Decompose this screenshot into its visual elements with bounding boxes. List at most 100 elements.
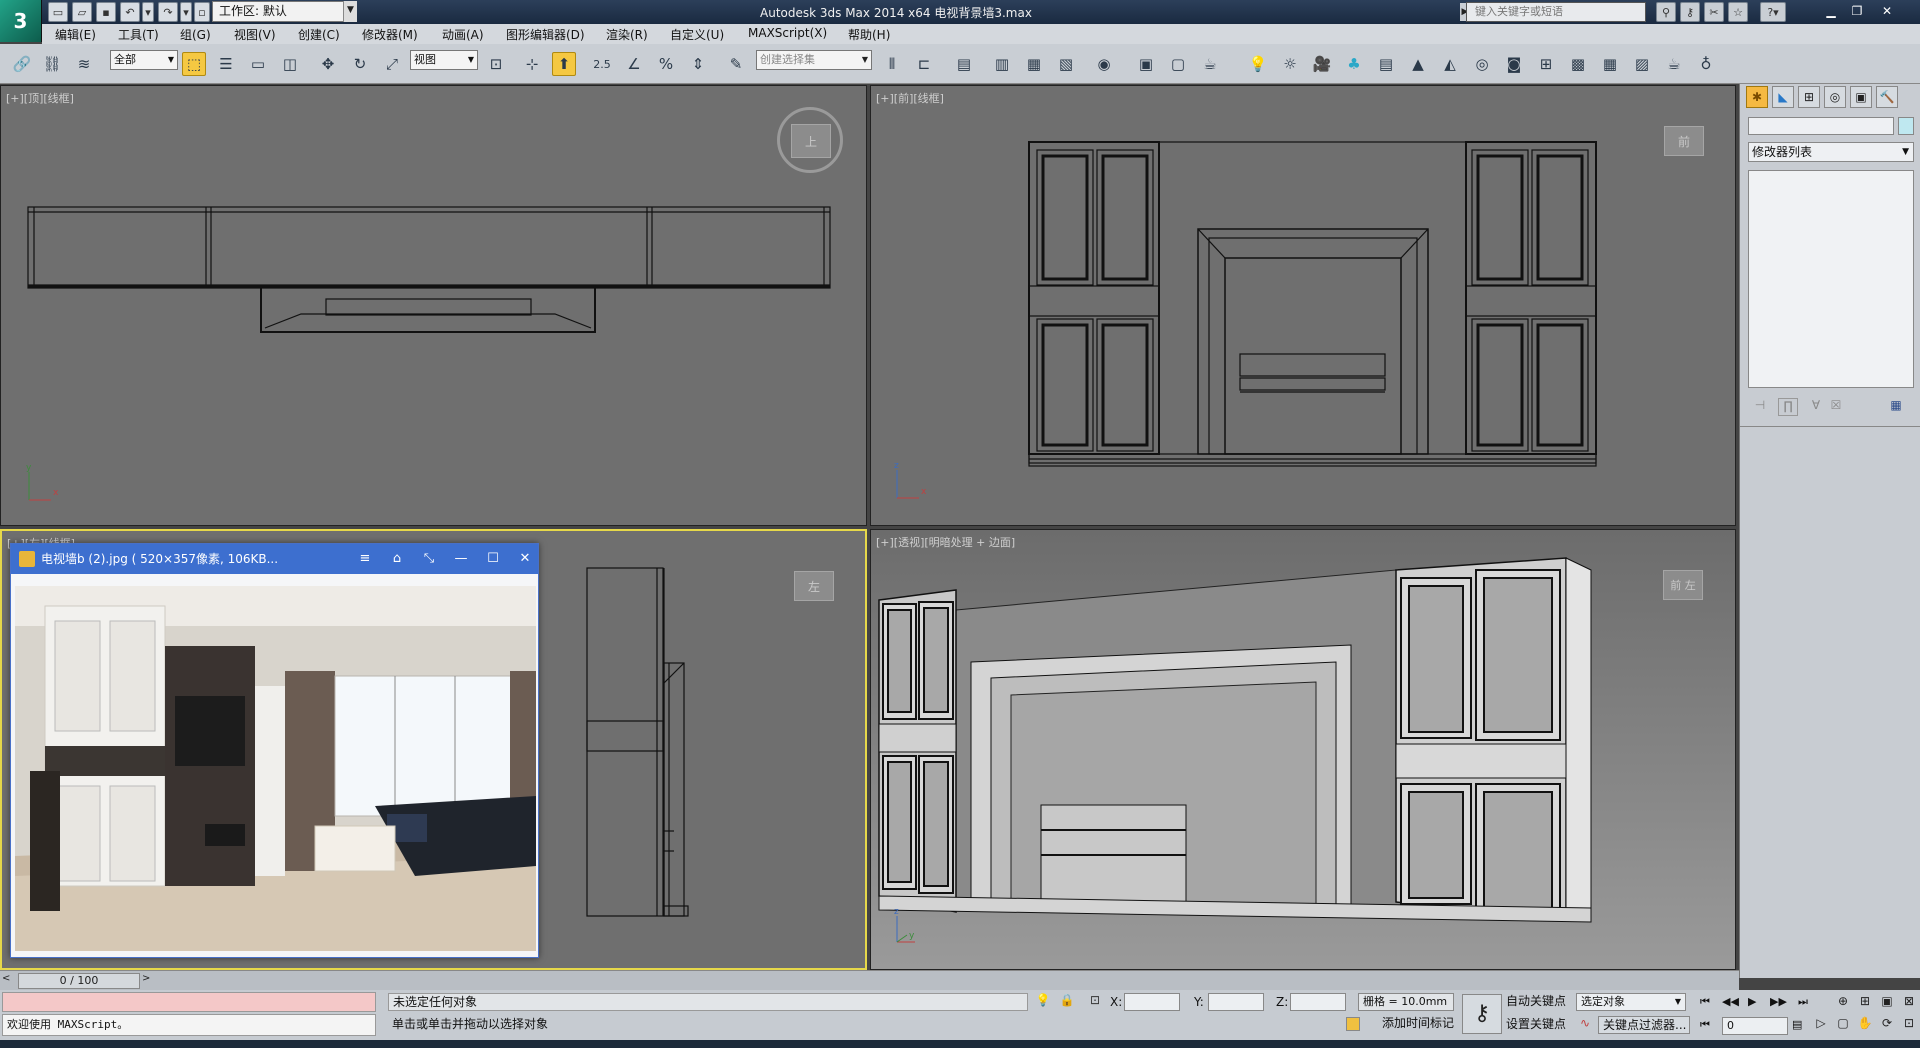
scale-icon[interactable]: ⤢ — [380, 52, 404, 76]
menu-graph-editors[interactable]: 图形编辑器(D) — [506, 26, 585, 43]
snap-toggle-icon[interactable]: 2.5 — [590, 52, 614, 76]
app-logo-icon[interactable]: 3 — [0, 0, 42, 42]
auto-key-button[interactable]: 自动关键点 — [1506, 993, 1570, 1011]
pin-stack-icon[interactable]: ⊣ — [1750, 398, 1770, 416]
grid-icon[interactable]: ⊞ — [1534, 52, 1558, 76]
viewport-top[interactable]: [+][顶][线框] 上 y x — [0, 85, 867, 526]
redo-dropdown-icon[interactable]: ▾ — [180, 2, 192, 22]
menu-edit[interactable]: 编辑(E) — [55, 26, 96, 43]
field-of-view-icon[interactable]: ▷ — [1812, 1016, 1830, 1034]
display-tab-icon[interactable]: ▣ — [1850, 86, 1872, 108]
search-input[interactable]: 键入关键字或短语 — [1466, 2, 1646, 22]
y-coord-field[interactable] — [1208, 993, 1264, 1011]
maximize-icon[interactable]: ☐ — [484, 550, 502, 568]
menu-maxscript[interactable]: MAXScript(X) — [748, 26, 827, 40]
project-folder-icon[interactable]: ▫ — [194, 2, 210, 22]
menu-views[interactable]: 视图(V) — [234, 26, 276, 43]
zoom-extents-all-icon[interactable]: ⊠ — [1900, 994, 1918, 1012]
percent-snap-icon[interactable]: % — [654, 52, 678, 76]
go-to-end-icon[interactable]: ⏭ — [1798, 995, 1816, 1011]
workspace-dropdown[interactable]: 工作区: 默认 — [212, 1, 357, 22]
go-to-start-icon[interactable]: ⏮ — [1700, 995, 1718, 1011]
ref-coord-dropdown[interactable]: 视图 ▼ — [410, 50, 478, 70]
menu-icon[interactable]: ≡ — [356, 550, 374, 568]
lock-icon[interactable]: 🔒 — [1058, 993, 1076, 1011]
zoom-extents-icon[interactable]: ▣ — [1878, 994, 1896, 1012]
close-icon[interactable]: ✕ — [1876, 2, 1898, 20]
render-teapot-icon[interactable]: ☕ — [1198, 52, 1222, 76]
save-file-icon[interactable]: ▪ — [96, 2, 116, 22]
key-mode-toggle-icon[interactable]: ⏮ — [1700, 1018, 1718, 1034]
time-slider-thumb[interactable]: 0 / 100 — [18, 973, 140, 989]
chevron-right-icon[interactable]: > — [142, 973, 154, 989]
edit-named-selection-icon[interactable]: ✎ — [724, 52, 748, 76]
modify-tab-icon[interactable]: ◣ — [1772, 86, 1794, 108]
redo-icon[interactable]: ↷ — [158, 2, 178, 22]
object-name-input[interactable] — [1748, 117, 1894, 135]
panel-icon[interactable]: ▨ — [1630, 52, 1654, 76]
drop-icon[interactable]: ◭ — [1438, 52, 1462, 76]
rendered-frame-icon[interactable]: ▢ — [1166, 52, 1190, 76]
modifier-stack[interactable] — [1748, 170, 1914, 388]
camera-icon[interactable]: 🎥 — [1310, 52, 1334, 76]
menu-group[interactable]: 组(G) — [180, 26, 211, 43]
create-tab-icon[interactable]: ✱ — [1746, 86, 1768, 108]
mirror-icon[interactable]: ⫴ — [880, 52, 904, 76]
tree-icon[interactable]: ♣ — [1342, 52, 1366, 76]
restore-icon[interactable]: ❐ — [1846, 2, 1868, 20]
layer-manager-icon[interactable]: ▤ — [952, 52, 976, 76]
fullscreen-icon[interactable]: ⤡ — [420, 550, 438, 568]
zoom-all-icon[interactable]: ⊞ — [1856, 994, 1874, 1012]
maxscript-listener[interactable]: 欢迎使用 MAXScript。 — [2, 1014, 376, 1036]
key-filters-button[interactable]: 关键点过滤器... — [1598, 1016, 1690, 1034]
window-crossing-icon[interactable]: ◫ — [278, 52, 302, 76]
set-key-button[interactable]: 设置关键点 — [1506, 1016, 1570, 1034]
menu-modifiers[interactable]: 修改器(M) — [362, 26, 418, 43]
unlink-icon[interactable]: ⛓ — [40, 52, 64, 76]
maximize-viewport-icon[interactable]: ⊡ — [1900, 1016, 1918, 1034]
chevron-left-icon[interactable]: < — [2, 973, 14, 989]
previous-frame-icon[interactable]: ◀◀ — [1722, 995, 1740, 1011]
select-object-icon[interactable]: ⬚ — [182, 52, 206, 76]
film-icon[interactable]: ▩ — [1566, 52, 1590, 76]
next-frame-icon[interactable]: ▶▶ — [1770, 995, 1788, 1011]
keyboard-shortcut-icon[interactable]: ⬆ — [552, 52, 576, 76]
tools-icon[interactable]: ✂ — [1704, 2, 1724, 22]
remove-modifier-icon[interactable]: ☒ — [1826, 398, 1846, 416]
list-icon[interactable]: ▤ — [1374, 52, 1398, 76]
z-coord-field[interactable] — [1290, 993, 1346, 1011]
menu-customize[interactable]: 自定义(U) — [670, 26, 724, 43]
vray-frame-icon[interactable]: ◙ — [1502, 52, 1526, 76]
time-config-icon[interactable]: ▤ — [1792, 1018, 1808, 1034]
new-file-icon[interactable]: ▭ — [48, 2, 68, 22]
minimize-icon[interactable]: ▁ — [1820, 2, 1842, 20]
isolate-icon[interactable]: 💡 — [1034, 993, 1052, 1011]
curve-editor-icon[interactable]: ▦ — [1022, 52, 1046, 76]
play-icon[interactable]: ▶ — [1748, 995, 1766, 1011]
light-bulb-icon[interactable]: 💡 — [1246, 52, 1270, 76]
show-end-result-icon[interactable]: ∏ — [1778, 398, 1798, 416]
menu-rendering[interactable]: 渲染(R) — [606, 26, 648, 43]
graphite-tools-icon[interactable]: ▥ — [990, 52, 1014, 76]
pivot-center-icon[interactable]: ⊡ — [484, 52, 508, 76]
move-icon[interactable]: ✥ — [316, 52, 340, 76]
configure-sets-icon[interactable]: ▦ — [1886, 398, 1906, 416]
minimize-icon[interactable]: — — [452, 550, 470, 568]
selection-filter-dropdown[interactable]: 全部 ▼ — [110, 50, 178, 70]
star-icon[interactable]: ☆ — [1728, 2, 1748, 22]
cone-icon[interactable]: ▲ — [1406, 52, 1430, 76]
orbit-icon[interactable]: ⟳ — [1878, 1016, 1896, 1034]
undo-dropdown-icon[interactable]: ▾ — [142, 2, 154, 22]
material-editor-icon[interactable]: ◉ — [1092, 52, 1116, 76]
menu-tools[interactable]: 工具(T) — [118, 26, 159, 43]
sphere-icon[interactable]: ◎ — [1470, 52, 1494, 76]
spinner-snap-icon[interactable]: ⇕ — [686, 52, 710, 76]
hierarchy-tab-icon[interactable]: ⊞ — [1798, 86, 1820, 108]
rect-selection-icon[interactable]: ▭ — [246, 52, 270, 76]
time-tag-icon[interactable] — [1346, 1017, 1360, 1031]
pin-icon[interactable]: ⌂ — [388, 550, 406, 568]
select-by-name-icon[interactable]: ☰ — [214, 52, 238, 76]
current-frame-field[interactable]: 0 — [1722, 1017, 1788, 1035]
viewport-perspective[interactable]: [+][透视][明暗处理 + 边面] 前 左 z y — [870, 529, 1736, 970]
menu-animation[interactable]: 动画(A) — [442, 26, 484, 43]
